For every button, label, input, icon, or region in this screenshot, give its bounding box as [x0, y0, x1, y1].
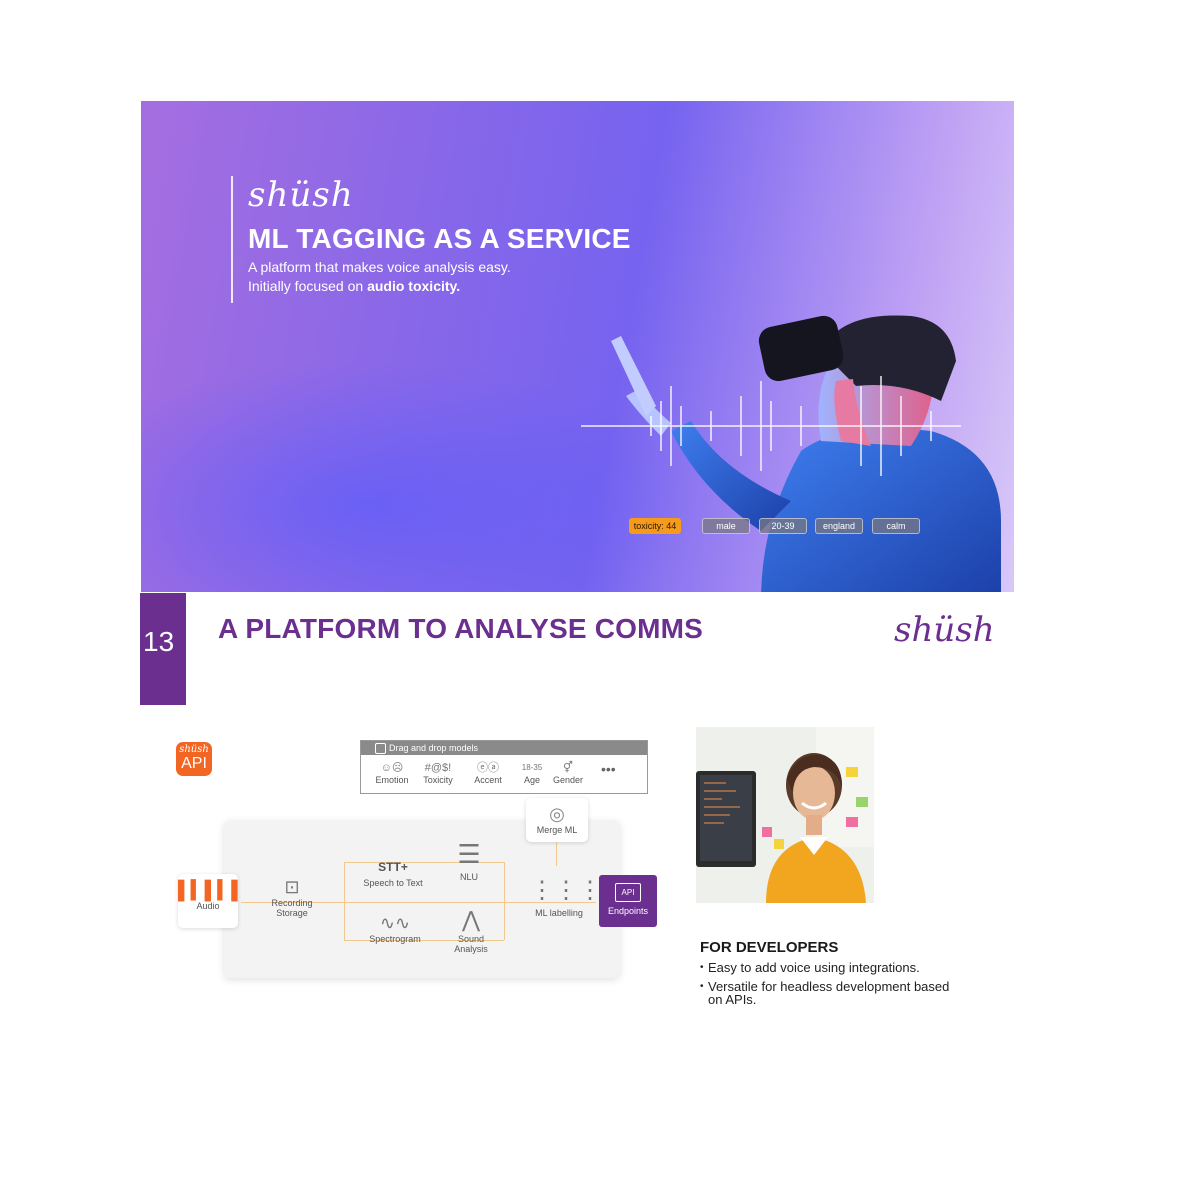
- nlu-node[interactable]: ☰ NLU: [446, 836, 492, 882]
- sound-analysis-icon: ⋀: [461, 907, 481, 932]
- spectrogram-label: Spectrogram: [369, 934, 421, 944]
- developers-title: FOR DEVELOPERS: [700, 939, 839, 956]
- storage-icon: ⊡: [284, 877, 300, 897]
- audio-waveform-icon: ▌▍▌▍▌: [178, 880, 244, 900]
- accent-icon: ⓔⓐ: [477, 762, 499, 774]
- model-emotion[interactable]: ☺☹ Emotion: [369, 761, 415, 785]
- sound-analysis-label-1: Sound: [457, 934, 485, 944]
- merge-ml-node[interactable]: ◎ Merge ML: [526, 798, 588, 842]
- nlu-icon: ☰: [457, 839, 481, 869]
- header-logo: shüsh: [894, 610, 995, 650]
- recording-storage-label-2: Storage: [276, 908, 308, 918]
- platform-diagram: Drag and drop models ☺☹ Emotion #@$! Tox…: [176, 740, 666, 990]
- audio-label: Audio: [196, 901, 220, 911]
- recording-storage-label-1: Recording: [271, 898, 313, 908]
- models-palette: Drag and drop models ☺☹ Emotion #@$! Tox…: [360, 740, 648, 794]
- connector-split-right: [504, 862, 505, 940]
- developers-list: Easy to add voice using integrations. Ve…: [700, 961, 960, 1012]
- model-gender[interactable]: ⚥ Gender: [545, 761, 591, 785]
- tag-toxicity[interactable]: toxicity: 44: [629, 518, 681, 534]
- sound-analysis-label-2: Analysis: [454, 944, 488, 954]
- model-accent-label: Accent: [474, 775, 502, 785]
- hero-subtitle-2-bold: audio toxicity.: [367, 278, 461, 294]
- page-title: A PLATFORM TO ANALYSE COMMS: [218, 613, 704, 644]
- developer-photo: [696, 727, 874, 903]
- audio-node[interactable]: ▌▍▌▍▌ Audio: [178, 874, 244, 928]
- emotion-icon: ☺☹: [380, 762, 404, 774]
- more-models-icon[interactable]: •••: [601, 761, 616, 777]
- model-gender-label: Gender: [552, 775, 584, 785]
- model-toxicity-label: Toxicity: [423, 775, 453, 785]
- merge-icon: ◎: [549, 804, 565, 824]
- spectrogram-node[interactable]: ∿∿ Spectrogram: [362, 912, 428, 944]
- toxicity-icon: #@$!: [424, 762, 452, 774]
- nlu-label: NLU: [459, 872, 478, 882]
- spectrogram-icon: ∿∿: [379, 913, 411, 933]
- models-palette-title: Drag and drop models: [389, 743, 479, 753]
- developers-bullet: Easy to add voice using integrations.: [700, 961, 960, 974]
- endpoints-node[interactable]: API Endpoints: [599, 875, 657, 927]
- model-age-label: Age: [523, 775, 540, 785]
- ml-labelling-label: ML labelling: [535, 908, 583, 918]
- sound-analysis-node[interactable]: ⋀ Sound Analysis: [448, 906, 494, 954]
- api-window-icon: API: [615, 883, 641, 902]
- recording-storage-node[interactable]: ⊡ Recording Storage: [262, 876, 322, 918]
- models-palette-header: Drag and drop models: [361, 741, 647, 755]
- tag-emotion[interactable]: calm: [872, 518, 920, 534]
- merge-ml-label: Merge ML: [536, 825, 578, 835]
- hero-banner: shüsh ML TAGGING AS A SERVICE A platform…: [141, 101, 1014, 592]
- stt-label: Speech to Text: [363, 878, 423, 888]
- developers-bullet: Versatile for headless development based…: [700, 980, 960, 1006]
- model-accent[interactable]: ⓔⓐ Accent: [465, 761, 511, 785]
- stt-node[interactable]: STT+ Speech to Text: [358, 856, 428, 888]
- tag-age[interactable]: 20-39: [759, 518, 807, 534]
- hero-logo: shüsh: [248, 175, 354, 215]
- ml-labelling-node[interactable]: ⋮⋮⋮ ML labelling: [530, 874, 602, 918]
- stt-badge: STT+: [378, 860, 408, 874]
- neural-net-icon: ⋮⋮⋮: [530, 877, 602, 904]
- hero-divider: [231, 176, 233, 303]
- gender-icon: ⚥: [563, 762, 573, 774]
- model-toxicity[interactable]: #@$! Toxicity: [415, 761, 461, 785]
- slide-number: 13: [143, 626, 175, 657]
- hero-subtitle-2-text: Initially focused on: [248, 278, 368, 294]
- slide-number-box: 13: [140, 593, 186, 705]
- connector-split-left: [344, 862, 345, 940]
- tag-gender[interactable]: male: [702, 518, 750, 534]
- drag-icon: [375, 743, 386, 754]
- tag-accent[interactable]: england: [815, 518, 863, 534]
- endpoints-label: Endpoints: [607, 906, 649, 916]
- model-emotion-label: Emotion: [375, 775, 409, 785]
- hero-subtitle-2: Initially focused on audio toxicity.: [248, 278, 460, 294]
